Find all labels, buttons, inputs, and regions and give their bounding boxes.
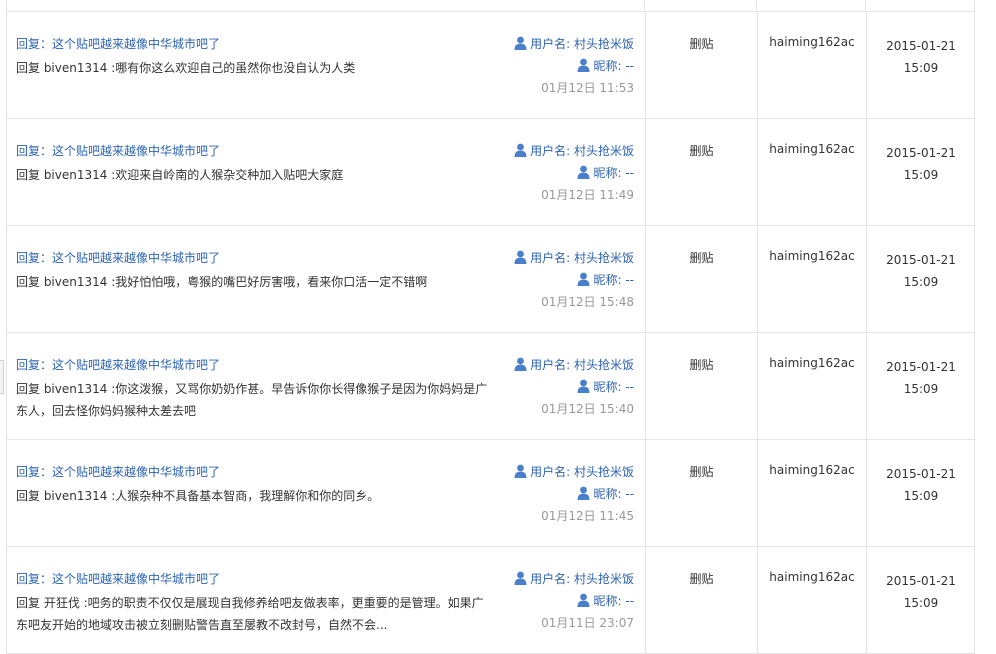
post-content: 回复 biven1314 :欢迎来自岭南的人猴杂交种加入贴吧大家庭 <box>16 168 344 182</box>
table-row: 回复：这个贴吧越来越像中华城市吧了 回复 开狂伐 :吧务的职责不仅仅是展现自我修… <box>6 547 975 654</box>
post-time: 01月12日 11:53 <box>541 81 634 95</box>
operation-clock: 15:09 <box>903 168 939 182</box>
person-icon <box>514 143 527 157</box>
author-username-text[interactable]: 用户名: 村头抢米饭 <box>530 465 634 479</box>
person-icon <box>577 272 590 286</box>
operation-date: 2015-01-21 <box>886 253 956 267</box>
post-title-link[interactable]: 回复：这个贴吧越来越像中华城市吧了 <box>16 356 220 373</box>
operation-time: 2015-01-21 15:09 <box>867 356 975 400</box>
operator-name: haiming162ac <box>769 249 855 263</box>
side-scroll-handle[interactable] <box>0 360 4 394</box>
action-type: 删贴 <box>689 251 714 265</box>
person-icon <box>514 250 527 264</box>
post-title-link[interactable]: 回复：这个贴吧越来越像中华城市吧了 <box>16 142 220 159</box>
author-username[interactable]: 用户名: 村头抢米饭 <box>514 570 634 587</box>
author-nickname: 昵称: -- <box>577 485 634 502</box>
operation-date: 2015-01-21 <box>886 574 956 588</box>
person-icon <box>577 58 590 72</box>
author-username-text[interactable]: 用户名: 村头抢米饭 <box>530 37 634 51</box>
operation-clock: 15:09 <box>903 596 939 610</box>
operation-clock: 15:09 <box>903 382 939 396</box>
table-row: 回复：这个贴吧越来越像中华城市吧了 回复 biven1314 :哪有你这么欢迎自… <box>6 12 975 119</box>
operation-time: 2015-01-21 15:09 <box>867 570 975 614</box>
action-type: 删贴 <box>689 465 714 479</box>
post-time: 01月11日 23:07 <box>541 616 634 630</box>
operation-date: 2015-01-21 <box>886 146 956 160</box>
action-type: 删贴 <box>689 144 714 158</box>
table-body: 回复：这个贴吧越来越像中华城市吧了 回复 biven1314 :哪有你这么欢迎自… <box>6 12 975 654</box>
post-time: 01月12日 11:45 <box>541 509 634 523</box>
post-content: 回复 biven1314 :你这泼猴，又骂你奶奶作甚。早告诉你你长得像猴子是因为… <box>16 382 488 418</box>
action-type: 删贴 <box>689 358 714 372</box>
person-icon <box>514 464 527 478</box>
table-row: 回复：这个贴吧越来越像中华城市吧了 回复 biven1314 :你这泼猴，又骂你… <box>6 333 975 440</box>
author-nickname-text: 昵称: -- <box>593 594 634 608</box>
author-username[interactable]: 用户名: 村头抢米饭 <box>514 249 634 266</box>
post-content: 回复 biven1314 :哪有你这么欢迎自己的虽然你也没自认为人类 <box>16 61 356 75</box>
post-log-table: 回复：这个贴吧越来越像中华城市吧了 回复 biven1314 :哪有你这么欢迎自… <box>6 11 975 654</box>
author-nickname-text: 昵称: -- <box>593 487 634 501</box>
operation-clock: 15:09 <box>903 61 939 75</box>
author-username[interactable]: 用户名: 村头抢米饭 <box>514 142 634 159</box>
post-content: 回复 biven1314 :我好怕怕哦，粤猴的嘴巴好厉害哦，看来你口活一定不错啊 <box>16 275 428 289</box>
operator-name: haiming162ac <box>769 35 855 49</box>
operator-name: haiming162ac <box>769 570 855 584</box>
operation-time: 2015-01-21 15:09 <box>867 249 975 293</box>
operation-time: 2015-01-21 15:09 <box>867 35 975 79</box>
author-username-text[interactable]: 用户名: 村头抢米饭 <box>530 358 634 372</box>
operation-time: 2015-01-21 15:09 <box>867 142 975 186</box>
person-icon <box>514 357 527 371</box>
author-nickname-text: 昵称: -- <box>593 380 634 394</box>
operator-name: haiming162ac <box>769 463 855 477</box>
author-nickname: 昵称: -- <box>577 164 634 181</box>
operation-clock: 15:09 <box>903 489 939 503</box>
operation-date: 2015-01-21 <box>886 39 956 53</box>
post-title-link[interactable]: 回复：这个贴吧越来越像中华城市吧了 <box>16 249 220 266</box>
table-row: 回复：这个贴吧越来越像中华城市吧了 回复 biven1314 :欢迎来自岭南的人… <box>6 119 975 226</box>
author-nickname-text: 昵称: -- <box>593 59 634 73</box>
author-nickname-text: 昵称: -- <box>593 273 634 287</box>
post-time: 01月12日 15:48 <box>541 295 634 309</box>
author-username-text[interactable]: 用户名: 村头抢米饭 <box>530 572 634 586</box>
table-row: 回复：这个贴吧越来越像中华城市吧了 回复 biven1314 :我好怕怕哦，粤猴… <box>6 226 975 333</box>
action-type: 删贴 <box>689 37 714 51</box>
post-title-link[interactable]: 回复：这个贴吧越来越像中华城市吧了 <box>16 463 220 480</box>
post-title-link[interactable]: 回复：这个贴吧越来越像中华城市吧了 <box>16 35 220 52</box>
author-nickname: 昵称: -- <box>577 57 634 74</box>
person-icon <box>577 486 590 500</box>
author-username[interactable]: 用户名: 村头抢米饭 <box>514 463 634 480</box>
post-title-link[interactable]: 回复：这个贴吧越来越像中华城市吧了 <box>16 570 220 587</box>
operation-date: 2015-01-21 <box>886 467 956 481</box>
person-icon <box>577 593 590 607</box>
person-icon <box>577 379 590 393</box>
author-username[interactable]: 用户名: 村头抢米饭 <box>514 35 634 52</box>
post-content: 回复 开狂伐 :吧务的职责不仅仅是展现自我修养给吧友做表率，更重要的是管理。如果… <box>16 596 484 632</box>
author-nickname: 昵称: -- <box>577 271 634 288</box>
operation-time: 2015-01-21 15:09 <box>867 463 975 507</box>
author-nickname: 昵称: -- <box>577 378 634 395</box>
person-icon <box>514 571 527 585</box>
post-content: 回复 biven1314 :人猴杂种不具备基本智商，我理解你和你的同乡。 <box>16 489 380 503</box>
author-nickname-text: 昵称: -- <box>593 166 634 180</box>
author-username-text[interactable]: 用户名: 村头抢米饭 <box>530 144 634 158</box>
post-time: 01月12日 11:49 <box>541 188 634 202</box>
person-icon <box>577 165 590 179</box>
table-row: 回复：这个贴吧越来越像中华城市吧了 回复 biven1314 :人猴杂种不具备基… <box>6 440 975 547</box>
author-username[interactable]: 用户名: 村头抢米饭 <box>514 356 634 373</box>
person-icon <box>514 36 527 50</box>
author-username-text[interactable]: 用户名: 村头抢米饭 <box>530 251 634 265</box>
operation-date: 2015-01-21 <box>886 360 956 374</box>
action-type: 删贴 <box>689 572 714 586</box>
operation-clock: 15:09 <box>903 275 939 289</box>
table-top-edge <box>6 0 975 11</box>
post-time: 01月12日 15:40 <box>541 402 634 416</box>
operator-name: haiming162ac <box>769 142 855 156</box>
author-nickname: 昵称: -- <box>577 592 634 609</box>
operator-name: haiming162ac <box>769 356 855 370</box>
